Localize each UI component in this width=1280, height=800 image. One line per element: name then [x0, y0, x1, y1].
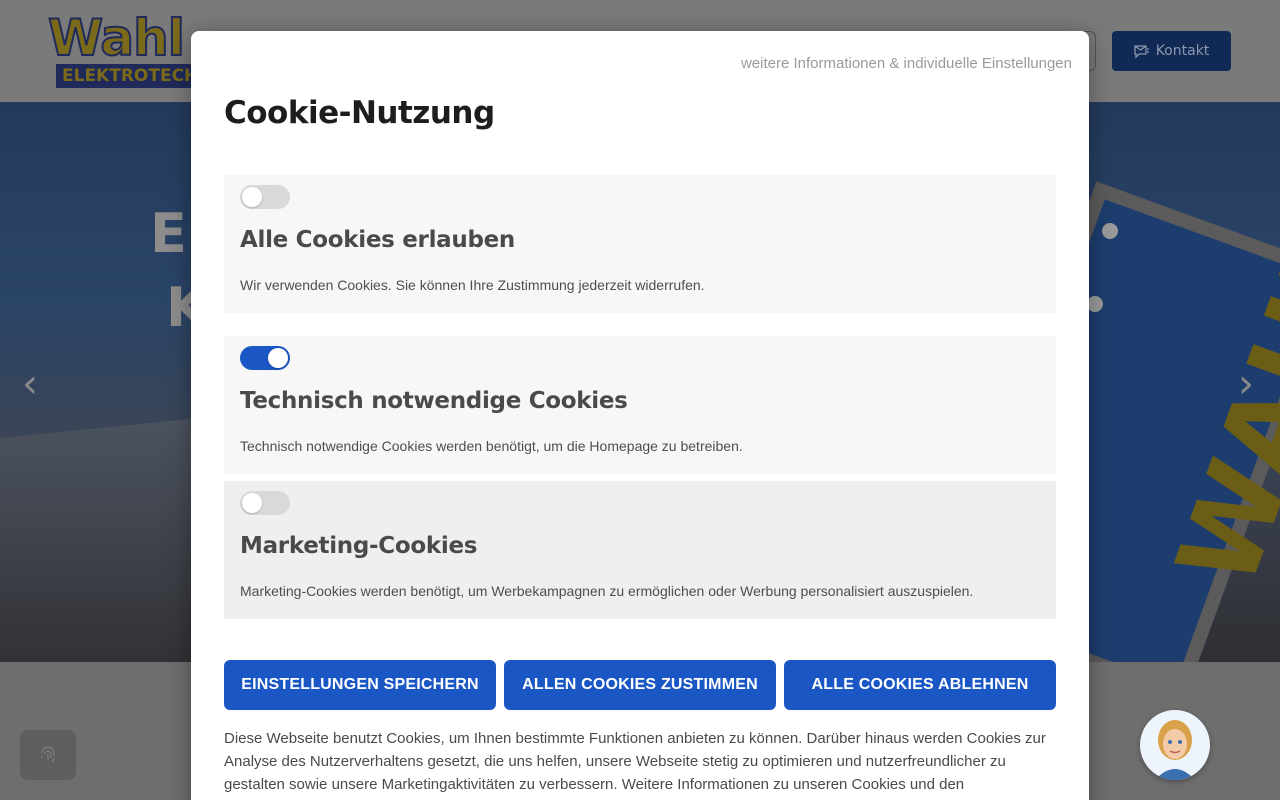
- toggle-all-cookies[interactable]: [240, 185, 290, 209]
- hero-decor-dot: [1087, 296, 1103, 312]
- category-title: Marketing-Cookies: [240, 533, 478, 559]
- more-info-link[interactable]: weitere Informationen & individuelle Ein…: [741, 55, 1072, 72]
- toggle-technical-cookies[interactable]: [240, 346, 290, 370]
- category-description: Technisch notwendige Cookies werden benö…: [240, 438, 743, 454]
- cookie-info-text: Diese Webseite benutzt Cookies, um Ihnen…: [224, 730, 1046, 793]
- kontakt-label: Kontakt: [1155, 43, 1210, 59]
- cookie-category-technical: Technisch notwendige Cookies Technisch n…: [224, 336, 1056, 474]
- accept-all-button[interactable]: ALLEN COOKIES ZUSTIMMEN: [504, 660, 776, 710]
- logo-wordmark: Wahl: [47, 9, 186, 67]
- category-title: Alle Cookies erlauben: [240, 227, 515, 253]
- category-title: Technisch notwendige Cookies: [240, 388, 628, 414]
- carousel-prev-icon[interactable]: ‹: [22, 364, 38, 404]
- save-settings-button[interactable]: EINSTELLUNGEN SPEICHERN: [224, 660, 496, 710]
- company-logo[interactable]: Wahl ELEKTROTECHNIK: [47, 9, 216, 90]
- fingerprint-button[interactable]: [20, 730, 76, 780]
- hero-decor-dot: [1102, 223, 1118, 239]
- category-description: Wir verwenden Cookies. Sie können Ihre Z…: [240, 277, 705, 293]
- carousel-next-icon[interactable]: ›: [1238, 364, 1254, 404]
- category-description: Marketing-Cookies werden benötigt, um We…: [240, 583, 974, 599]
- toggle-knob: [242, 187, 262, 207]
- dialog-title: Cookie-Nutzung: [224, 95, 495, 131]
- reject-all-button[interactable]: ALLE COOKIES ABLEHNEN: [784, 660, 1056, 710]
- toggle-marketing-cookies[interactable]: [240, 491, 290, 515]
- fingerprint-icon: [41, 746, 55, 763]
- cookie-category-all: Alle Cookies erlauben Wir verwenden Cook…: [224, 175, 1056, 313]
- cookie-consent-dialog: weitere Informationen & individuelle Ein…: [191, 31, 1089, 800]
- toggle-knob: [268, 348, 288, 368]
- chat-assistant-avatar[interactable]: [1140, 710, 1210, 780]
- mail-icon: [1134, 45, 1149, 59]
- assistant-face-icon: [1155, 720, 1195, 780]
- kontakt-button[interactable]: Kontakt: [1112, 31, 1231, 71]
- cookie-category-marketing: Marketing-Cookies Marketing-Cookies werd…: [224, 481, 1056, 619]
- toggle-knob: [242, 493, 262, 513]
